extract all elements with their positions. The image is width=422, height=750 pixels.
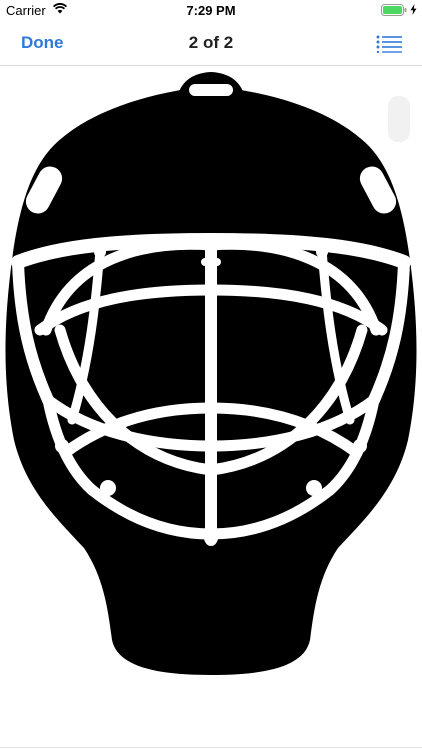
list-icon[interactable] [376,35,402,53]
status-bar: Carrier 7:29 PM [0,0,422,22]
image-viewer[interactable] [0,66,422,750]
navigation-bar: Done 2 of 2 [0,22,422,66]
bolt-icon [410,4,417,15]
battery-full-icon [381,4,407,16]
bottom-divider [0,747,422,748]
goalie-mask-icon [5,72,417,675]
status-time: 7:29 PM [186,3,236,18]
done-button[interactable]: Done [21,33,64,53]
